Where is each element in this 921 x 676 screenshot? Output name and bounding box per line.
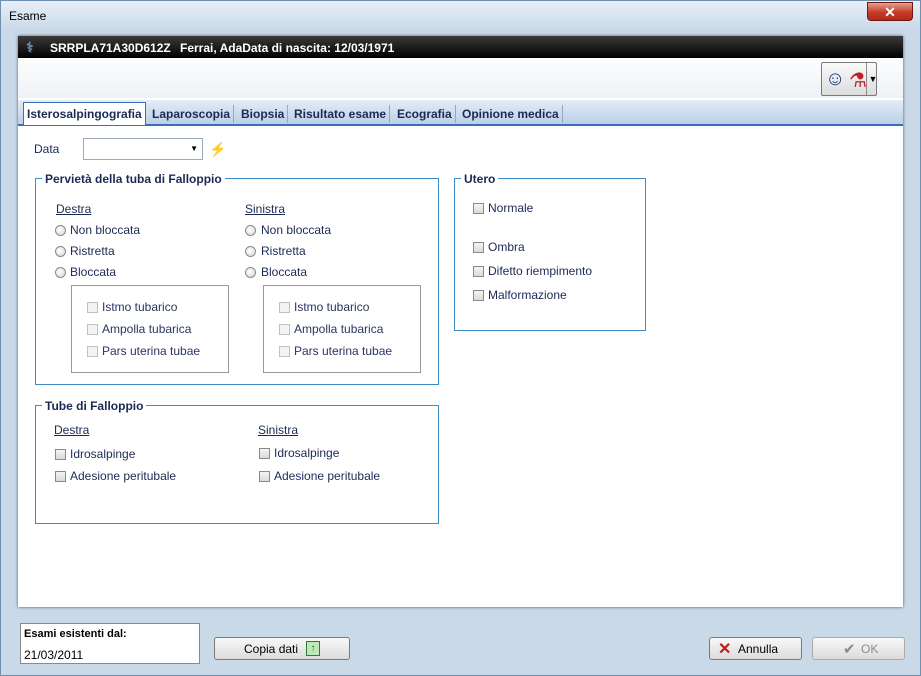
checkbox-label: Difetto riempimento (488, 264, 593, 278)
checkbox-sinistra-adesione[interactable] (259, 471, 270, 482)
close-icon: ✕ (884, 4, 896, 20)
checkbox-label: Idrosalpinge (70, 447, 136, 461)
window-title: Esame (9, 9, 47, 23)
checkbox-label: Pars uterina tubae (102, 344, 201, 358)
checkbox-label: Pars uterina tubae (294, 344, 393, 358)
pervieta-title: Pervietà della tuba di Falloppio (42, 172, 225, 186)
patient-id: SRRPLA71A30D612Z (50, 41, 171, 55)
toolbar: ☺ ⚗ ▼ (18, 58, 903, 98)
main-panel: ⚕ SRRPLA71A30D612Z Ferrai, AdaData di na… (18, 36, 903, 607)
checkbox-destra-adesione[interactable] (55, 471, 66, 482)
tube-destra-heading: Destra (54, 423, 90, 437)
radio-label: Ristretta (70, 244, 115, 258)
checkbox-label: Ombra (488, 240, 525, 254)
checkbox-destra-istmo[interactable] (87, 302, 98, 313)
existing-exams-date: 21/03/2011 (24, 648, 84, 662)
checkbox-label: Adesione peritubale (274, 469, 381, 483)
checkbox-destra-pars[interactable] (87, 346, 98, 357)
radio-destra-non-bloccata[interactable] (55, 225, 66, 236)
checkbox-label: Istmo tubarico (102, 300, 178, 314)
chevron-down-icon[interactable]: ▼ (866, 63, 879, 95)
patient-bar: ⚕ SRRPLA71A30D612Z Ferrai, AdaData di na… (18, 36, 903, 58)
radio-label: Non bloccata (261, 223, 332, 237)
checkbox-malformazione[interactable] (473, 290, 484, 301)
tube-sinistra-heading: Sinistra (258, 423, 299, 437)
radio-label: Ristretta (261, 244, 306, 258)
tube-title: Tube di Falloppio (42, 399, 147, 413)
checkbox-difetto-riempimento[interactable] (473, 266, 484, 277)
utero-title: Utero (461, 172, 499, 186)
tab-opinione-medica[interactable]: Opinione medica (459, 105, 563, 123)
pervieta-destra-heading: Destra (56, 202, 92, 216)
checkbox-sinistra-ampolla[interactable] (279, 324, 290, 335)
checkbox-label: Istmo tubarico (294, 300, 370, 314)
app-logo-icon: ⚕ (26, 39, 34, 55)
radio-label: Non bloccata (70, 223, 141, 237)
checkbox-sinistra-idrosalpinge[interactable] (259, 448, 270, 459)
checkbox-label: Ampolla tubarica (102, 322, 192, 336)
title-bar: Esame ✕ (1, 1, 920, 31)
tab-laparoscopia[interactable]: Laparoscopia (149, 105, 235, 123)
close-button[interactable]: ✕ (867, 2, 913, 21)
copy-data-label: Copia dati (244, 642, 299, 656)
cancel-button[interactable]: ✕ Annulla (709, 637, 802, 660)
radio-destra-bloccata[interactable] (55, 267, 66, 278)
exam-window: Esame ✕ ⚕ SRRPLA71A30D612Z Ferrai, AdaDa… (0, 0, 921, 676)
checkbox-label: Idrosalpinge (274, 446, 340, 460)
tab-ecografia[interactable]: Ecografia (394, 105, 456, 123)
cancel-x-icon: ✕ (718, 641, 732, 658)
chevron-down-icon: ▼ (190, 144, 198, 153)
date-label: Data (34, 142, 60, 156)
tab-bar: Isterosalpingografia Laparoscopia Biopsi… (18, 100, 903, 126)
checkbox-label: Adesione peritubale (70, 469, 177, 483)
checkbox-ombra[interactable] (473, 242, 484, 253)
tab-biopsia[interactable]: Biopsia (238, 105, 289, 123)
radio-destra-ristretta[interactable] (55, 246, 66, 257)
checkbox-normale[interactable] (473, 203, 484, 214)
patient-name-birth: Ferrai, AdaData di nascita: 12/03/1971 (180, 41, 395, 55)
pervieta-sinistra-heading: Sinistra (245, 202, 286, 216)
radio-sinistra-ristretta[interactable] (245, 246, 256, 257)
radio-sinistra-bloccata[interactable] (245, 267, 256, 278)
date-combobox[interactable]: ▼ (83, 138, 203, 160)
checkbox-sinistra-pars[interactable] (279, 346, 290, 357)
tab-isterosalpingografia[interactable]: Isterosalpingografia (23, 102, 146, 125)
patient-lab-button[interactable]: ☺ ⚗ ▼ (821, 62, 877, 96)
copy-data-icon: ↑ (306, 641, 320, 656)
cancel-label: Annulla (738, 642, 779, 656)
checkbox-destra-idrosalpinge[interactable] (55, 449, 66, 460)
patient-faces-icon: ☺ (825, 68, 846, 90)
existing-exams-box: Esami esistenti dal: 21/03/2011 (20, 623, 200, 664)
utero-group (454, 178, 646, 331)
radio-sinistra-non-bloccata[interactable] (245, 225, 256, 236)
copy-data-button[interactable]: Copia dati ↑ (214, 637, 350, 660)
ok-button[interactable]: ✔ OK (812, 637, 905, 660)
checkbox-destra-ampolla[interactable] (87, 324, 98, 335)
checkmark-icon: ✔ (843, 641, 856, 658)
ok-label: OK (861, 642, 879, 656)
existing-exams-label: Esami esistenti dal: (24, 628, 127, 640)
radio-label: Bloccata (261, 265, 308, 279)
lab-flask-icon: ⚗ (849, 70, 867, 92)
tube-group (35, 405, 439, 524)
radio-label: Bloccata (70, 265, 117, 279)
checkbox-label: Ampolla tubarica (294, 322, 384, 336)
checkbox-label: Normale (488, 201, 534, 215)
checkbox-label: Malformazione (488, 288, 567, 302)
tab-risultato-esame[interactable]: Risultato esame (291, 105, 391, 123)
checkbox-sinistra-istmo[interactable] (279, 302, 290, 313)
lightning-icon[interactable]: ⚡ (209, 141, 226, 158)
